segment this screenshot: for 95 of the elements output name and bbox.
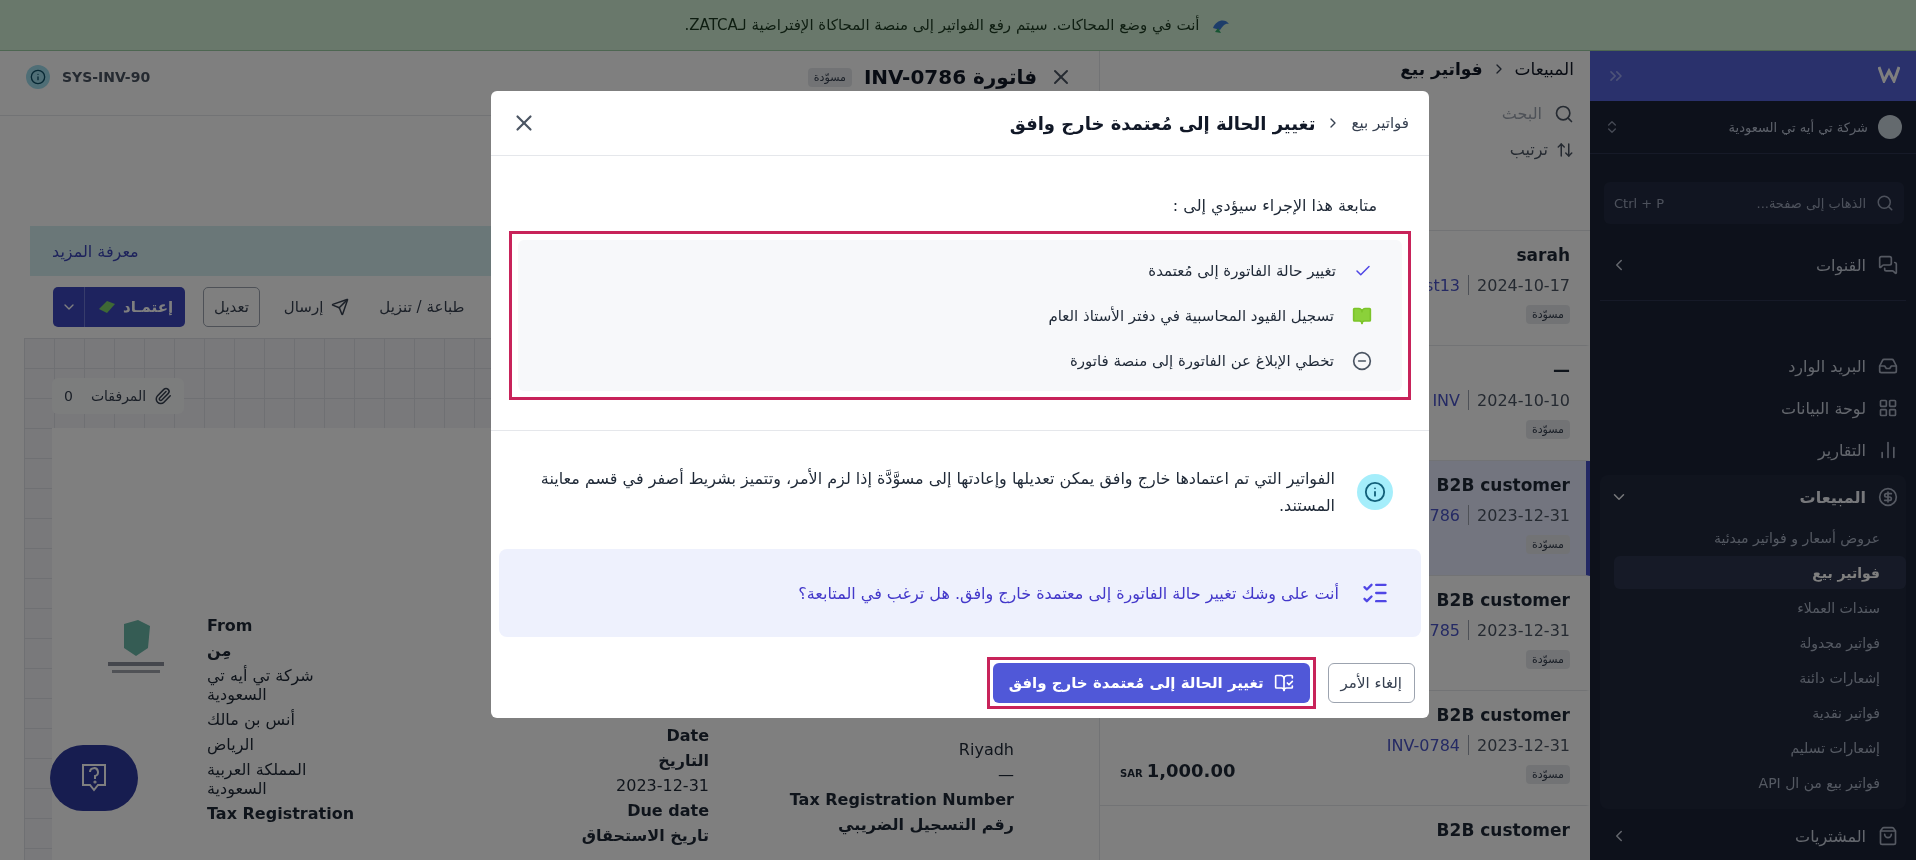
- book-icon: [1352, 305, 1372, 326]
- minus-circle-icon: [1352, 350, 1372, 371]
- nav-subitem[interactable]: فواتير بيع من ال API: [1614, 766, 1906, 799]
- banner-text: أنت في وضع المحاكات. سيتم رفع الفواتير إلى منصة المحاكاة الإفتراضية لـZATCA.: [684, 16, 1200, 34]
- nav-item[interactable]: التقارير: [1610, 440, 1866, 460]
- send-button[interactable]: إرسال: [277, 287, 356, 327]
- customer-name: sarah: [1516, 245, 1570, 265]
- approve-split-button[interactable]: إعتمـاد: [53, 287, 186, 327]
- nav-subitem[interactable]: فواتير مجدولة: [1614, 626, 1906, 659]
- invoice-field: تاريخ الاستحقاق: [581, 826, 709, 845]
- edit-button[interactable]: تعديل: [203, 287, 260, 327]
- learn-more-link[interactable]: معرفة المزيد: [52, 241, 139, 261]
- status-badge: مسوّدة: [1525, 420, 1570, 439]
- dialog-title: تغيير الحالة إلى مُعتمدة خارج وافق: [1008, 112, 1316, 134]
- paperclip-icon: [154, 387, 173, 405]
- invoice-number: 786: [1429, 505, 1460, 525]
- shopping-bag-icon: [1878, 826, 1898, 846]
- status-badge: مسوّدة: [1525, 650, 1570, 669]
- shortcut-hint: Ctrl + P: [1614, 195, 1665, 211]
- nav-item[interactable]: المبيعات: [1640, 487, 1866, 507]
- invoice-field: مِن: [207, 641, 232, 660]
- invoice-number: INV-0784: [1386, 735, 1460, 755]
- dialog-intro: متابعة هذا الإجراء سيؤدي إلى :: [1172, 196, 1377, 215]
- system-id: SYS-INV-90: [62, 69, 151, 85]
- invoice-field: Tax Registration: [207, 804, 355, 823]
- book-check-icon: [1273, 673, 1294, 693]
- invoice-date: 2023-12-31: [1477, 735, 1570, 755]
- status-badge: مسوّدة: [1525, 305, 1570, 324]
- search-icon: [1554, 103, 1574, 124]
- invoice-number: INV: [1432, 390, 1460, 410]
- invoice-field: الرياض: [207, 735, 254, 754]
- effect-text: تخطي الإبلاغ عن الفاتورة إلى منصة فاتورة: [1070, 351, 1334, 370]
- nav-subitem[interactable]: إشعارات تسليم: [1614, 731, 1906, 764]
- nav-item[interactable]: المشتريات: [1640, 826, 1866, 846]
- customer-name: B2B customer: [1436, 475, 1570, 495]
- sort-icon: [1556, 140, 1574, 159]
- invoice-date: 2023-12-31: [1477, 505, 1570, 525]
- nav-item[interactable]: البريد الوارد: [1610, 356, 1866, 376]
- invoice-field: أنس بن مالك: [207, 710, 295, 729]
- nav-subitem[interactable]: سندات العملاء: [1614, 591, 1906, 624]
- invoice-field: From: [207, 616, 253, 635]
- customer-name: B2B customer: [1436, 705, 1570, 725]
- company-name: شركة تي أيه تي السعودية: [1727, 119, 1868, 135]
- dialog-note: الفواتير التي تم اعتمادها خارج وافق يمكن تعديلها وإعادتها إلى مسوَّدَّة إذا لزم الأمر، وتتميز بشريط أصفر في قسم معاينة المستند.: [539, 467, 1335, 517]
- print-download-button[interactable]: طباعة / تنزيل: [373, 287, 471, 327]
- invoice-title: فاتورة INV-0786: [863, 65, 1037, 89]
- invoice-field: رقم التسجيل الضريبي: [838, 815, 1014, 834]
- invoice-date: 2024-10-10: [1477, 390, 1570, 410]
- company-avatar: [1878, 115, 1902, 139]
- nav-subitem[interactable]: فواتير نقدية: [1614, 696, 1906, 729]
- nav-subitem[interactable]: عروض أسعار و فواتير مبدئية: [1614, 521, 1906, 554]
- search-input[interactable]: الذهاب إلى صفحة...: [1672, 194, 1868, 212]
- info-icon: [26, 65, 50, 89]
- confirmation-text: أنت على وشك تغيير حالة الفاتورة إلى معتمدة خارج وافق. هل ترغب في المتابعة؟: [798, 583, 1339, 603]
- bar-chart-icon: [1878, 440, 1898, 460]
- invoice-field: Date: [666, 726, 709, 745]
- nav-item[interactable]: لوحة البيانات: [1610, 398, 1866, 418]
- help-icon: [79, 762, 109, 794]
- grid-icon: [1878, 398, 1898, 418]
- invoice-field: شركة تي أيه تي السعودية: [207, 666, 357, 704]
- invoice-field: —: [998, 765, 1014, 784]
- breadcrumb-item[interactable]: فواتير بيع: [1400, 59, 1483, 79]
- info-icon: [1357, 474, 1393, 510]
- invoice-field: 2023-12-31: [616, 776, 709, 795]
- invoice-field: Riyadh: [958, 740, 1014, 759]
- effect-text: تغيير حالة الفاتورة إلى مُعتمدة: [1148, 261, 1336, 280]
- invoice-field: Tax Registration Number: [789, 790, 1014, 809]
- invoice-amount: SAR 1,000.00: [1120, 760, 1236, 781]
- invoice-field: المملكة العربية السعودية: [207, 760, 357, 798]
- breadcrumb-item[interactable]: المبيعات: [1514, 59, 1574, 79]
- chat-icon: [1878, 255, 1898, 275]
- invoice-date: 2023-12-31: [1477, 620, 1570, 640]
- invoice-date: 2024-10-17: [1477, 275, 1570, 295]
- cancel-button[interactable]: إلغاء الأمر: [1327, 663, 1415, 703]
- status-badge: مسوّدة: [1525, 535, 1570, 554]
- confirm-button[interactable]: تغيير الحالة إلى مُعتمدة خارج وافق: [992, 663, 1310, 703]
- effect-text: تسجيل القيود المحاسبية في دفتر الأستاذ العام: [1048, 306, 1334, 325]
- customer-name: B2B customer: [1436, 590, 1570, 610]
- dollar-icon: [1878, 487, 1898, 507]
- approve-button[interactable]: إعتمـاد: [85, 287, 186, 327]
- nav-subitem[interactable]: فواتير بيع: [1614, 556, 1906, 589]
- sort-button[interactable]: ترتيب: [1509, 140, 1574, 159]
- search-icon: [1876, 194, 1894, 212]
- customer-name: —: [1553, 360, 1570, 380]
- status-badge: مسوّدة: [1525, 765, 1570, 784]
- send-icon: [331, 298, 350, 316]
- status-badge: مسوّدة: [807, 67, 852, 87]
- invoice-field: Due date: [627, 801, 709, 820]
- invoice-field: التاريخ: [658, 751, 709, 770]
- nav-item[interactable]: القنوات: [1640, 255, 1866, 275]
- customer-name: B2B customer: [1436, 820, 1570, 840]
- dialog-breadcrumb[interactable]: فواتير بيع: [1351, 114, 1409, 132]
- nav-subitem[interactable]: إشعارات دائنة: [1614, 661, 1906, 694]
- invoice-number: 785: [1429, 620, 1460, 640]
- inbox-icon: [1878, 356, 1898, 376]
